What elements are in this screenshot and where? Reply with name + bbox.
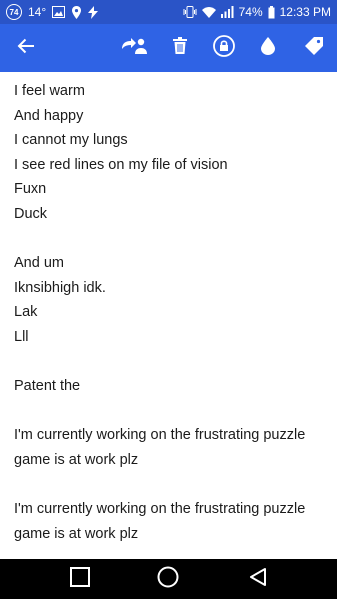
pin-icon [71, 5, 82, 19]
delete-button[interactable] [162, 24, 198, 72]
status-left: 74 14° [6, 0, 99, 24]
recent-apps-button[interactable] [60, 559, 100, 599]
color-button[interactable] [250, 24, 286, 72]
home-button[interactable] [148, 559, 188, 599]
note-line: Duck [14, 205, 48, 222]
note-line: Lll [14, 328, 29, 345]
note-line: I'm currently working on the frustrating… [14, 501, 306, 518]
wifi-icon [201, 6, 216, 18]
back-button[interactable] [8, 24, 44, 72]
note-line: I feel warm [14, 83, 85, 99]
battery-icon [268, 5, 275, 19]
note-line: Patent the [14, 378, 81, 395]
tag-icon [305, 36, 323, 60]
lock-icon [213, 34, 235, 62]
note-line: I'm currently working on the frustrating… [14, 427, 306, 444]
recent-apps-icon [70, 566, 90, 592]
signal-icon [220, 6, 234, 18]
navigation-bar [0, 559, 337, 599]
note-line: And happy [14, 107, 84, 124]
note-body[interactable]: I feel warm And happy I cannot my lungs I s… [14, 79, 330, 546]
note-line: And um [14, 255, 64, 272]
note-line: I see red lines on my file of vision [14, 156, 228, 173]
app-bar [0, 24, 337, 72]
battery-percent: 74% [238, 5, 263, 19]
note-line: Fuxn [14, 181, 47, 198]
back-arrow-icon [17, 38, 35, 59]
notification-count-badge: 74 [6, 4, 22, 20]
drop-icon [261, 36, 275, 60]
status-right: 74% 12:33 PM [183, 0, 331, 24]
label-button[interactable] [296, 24, 332, 72]
note-line: Lak [14, 304, 38, 321]
note-line: game is at work plz [14, 525, 139, 542]
back-icon [248, 567, 268, 592]
lock-button[interactable] [206, 24, 242, 72]
note-line: game is at work plz [14, 451, 139, 468]
note-line: Iknsibhigh idk. [14, 279, 106, 296]
gallery-icon [52, 6, 66, 18]
nav-back-button[interactable] [238, 559, 278, 599]
clock: 12:33 PM [279, 5, 331, 19]
trash-icon [173, 37, 187, 59]
note-line: I cannot my lungs [14, 132, 128, 149]
flash-icon [88, 5, 99, 19]
status-bar: 74 14° 74% 12:33 PM [0, 0, 337, 24]
vibrate-icon [183, 6, 197, 18]
share-person-button[interactable] [116, 24, 152, 72]
share-person-icon [121, 37, 147, 60]
temperature: 14° [28, 5, 47, 19]
home-icon [157, 566, 179, 593]
